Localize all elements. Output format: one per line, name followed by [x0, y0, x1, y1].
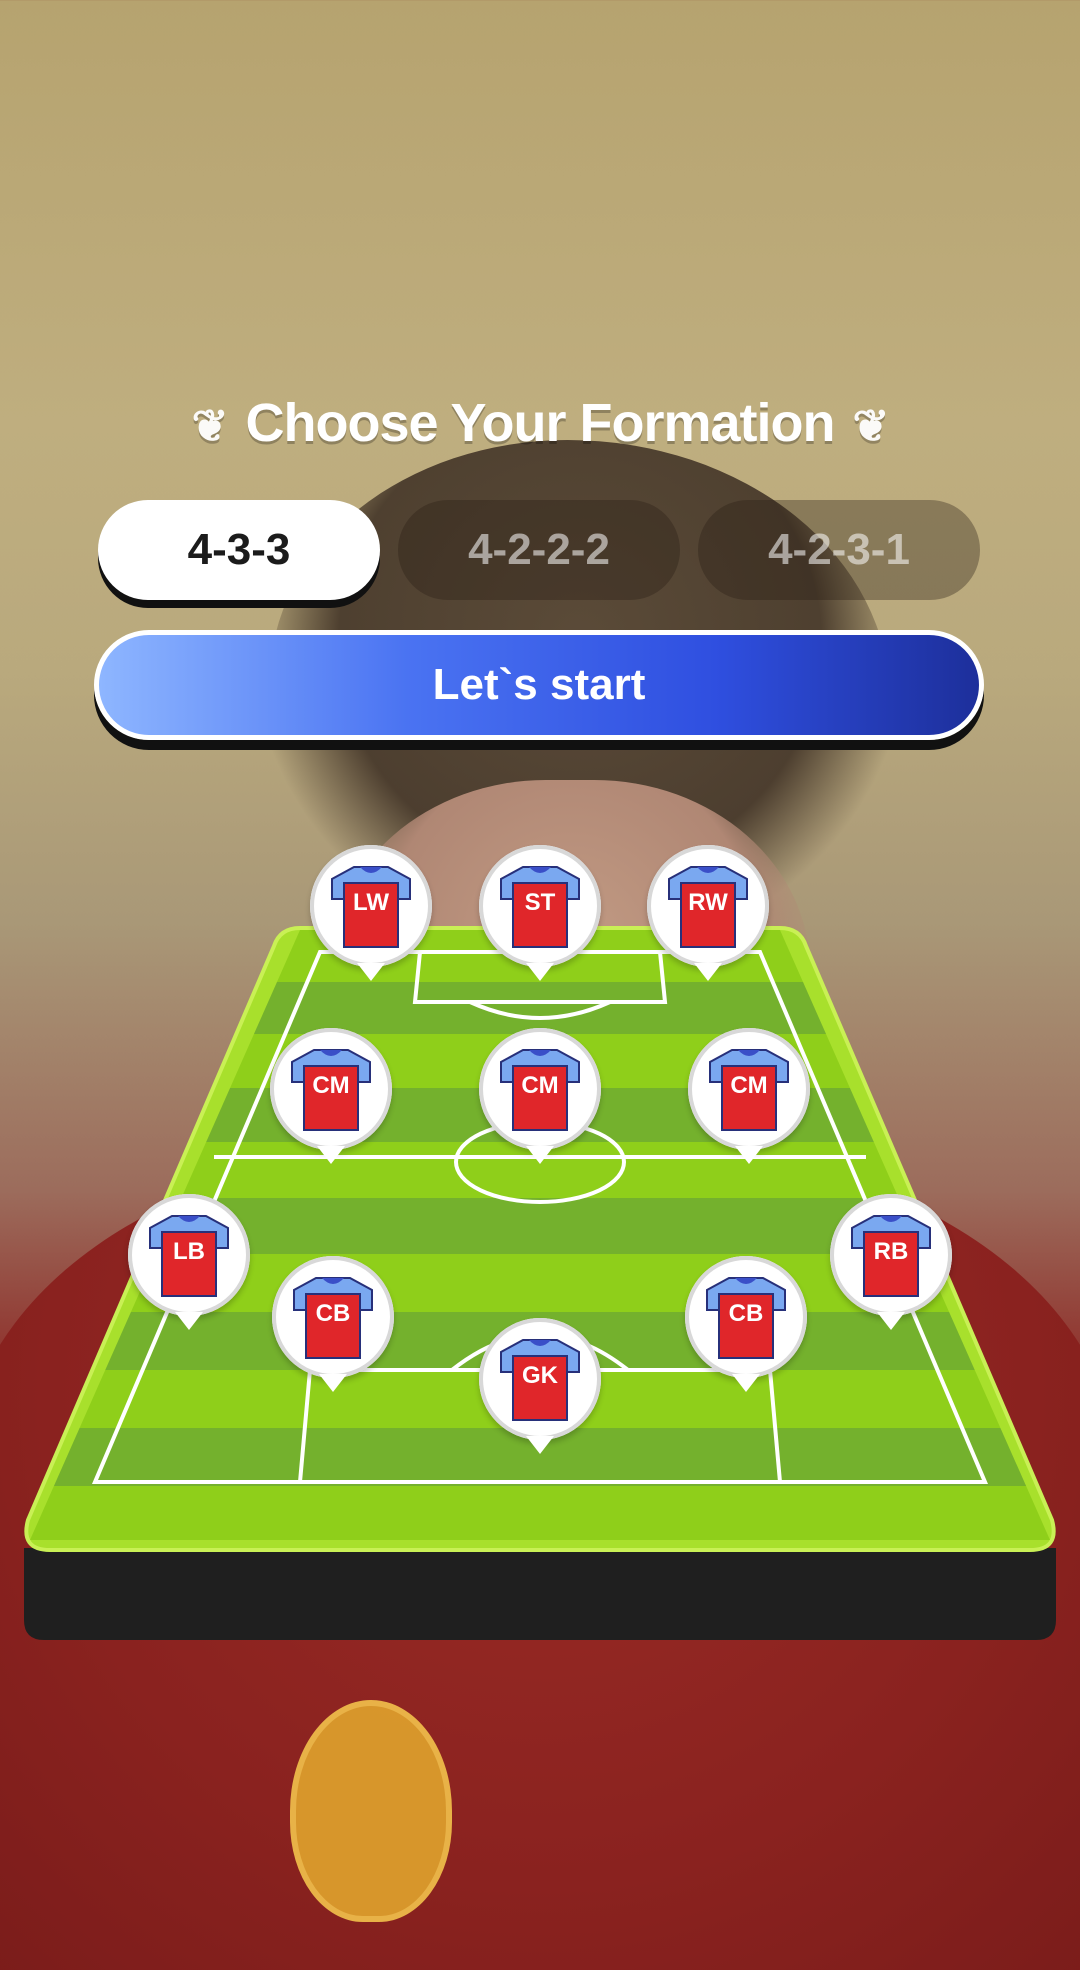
player-marker-lb[interactable]: LB	[128, 1194, 250, 1316]
player-marker-st[interactable]: ST	[479, 845, 601, 967]
player-position-label: CM	[730, 1072, 768, 1099]
player-marker-cm-right[interactable]: CM	[688, 1028, 810, 1150]
player-marker-gk[interactable]: GK	[479, 1318, 601, 1440]
player-marker-rb[interactable]: RB	[830, 1194, 952, 1316]
player-marker-lw[interactable]: LW	[310, 845, 432, 967]
player-position-label: LB	[173, 1238, 205, 1265]
pitch-base	[24, 1548, 1056, 1640]
player-position-label: CB	[728, 1300, 764, 1327]
player-position-label: CM	[521, 1072, 559, 1099]
player-position-label: RB	[873, 1238, 909, 1265]
player-marker-cb-right[interactable]: CB	[685, 1256, 807, 1378]
player-position-label: LW	[353, 889, 389, 916]
player-marker-rw[interactable]: RW	[647, 845, 769, 967]
player-marker-cb-left[interactable]: CB	[272, 1256, 394, 1378]
player-position-label: ST	[524, 889, 556, 916]
player-position-label: CM	[312, 1072, 350, 1099]
player-position-label: RW	[688, 889, 728, 916]
player-marker-cm-left[interactable]: CM	[270, 1028, 392, 1150]
player-marker-cm-center[interactable]: CM	[479, 1028, 601, 1150]
player-position-label: CB	[315, 1300, 351, 1327]
player-position-label: GK	[522, 1362, 558, 1389]
